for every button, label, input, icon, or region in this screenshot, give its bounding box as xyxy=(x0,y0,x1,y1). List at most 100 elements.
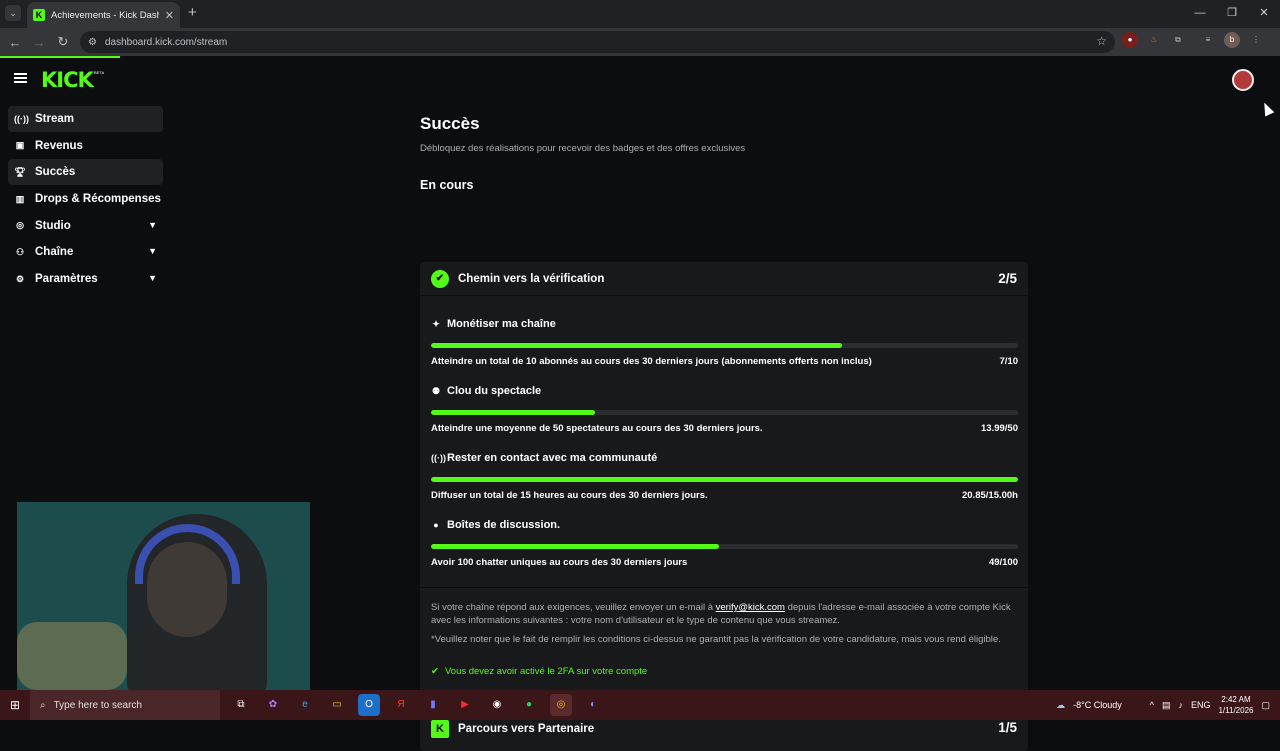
sidebar-item-drops[interactable]: ▥ Drops & Récompenses xyxy=(8,186,163,212)
extensions-puzzle-icon[interactable]: ⧉ xyxy=(1170,32,1186,48)
note-text: Si votre chaîne répond aux exigences, ve… xyxy=(431,602,716,613)
task-title: Boîtes de discussion. xyxy=(447,519,561,531)
chevron-down-icon[interactable]: ▼ xyxy=(148,246,157,256)
chrome-icon[interactable]: ◎ xyxy=(550,694,572,716)
section-heading-in-progress: En cours xyxy=(420,178,474,192)
verification-note: Si votre chaîne répond aux exigences, ve… xyxy=(431,601,1021,627)
yandex-icon[interactable]: Я xyxy=(390,694,412,716)
file-explorer-icon[interactable]: ▭ xyxy=(326,694,348,716)
sidebar-item-chaine[interactable]: ⚇ Chaîne ▼ xyxy=(8,239,163,265)
new-tab-button[interactable]: + xyxy=(188,4,197,21)
windows-start-icon[interactable]: ⊞ xyxy=(0,698,30,712)
back-icon[interactable]: ← xyxy=(3,35,27,50)
browser-tab[interactable]: K Achievements - Kick Dashboard ✕ xyxy=(27,2,180,28)
webcam-overlay xyxy=(17,502,310,690)
card-title: Parcours vers Partenaire xyxy=(458,723,595,735)
task-value: 20.85/15.00h xyxy=(962,490,1018,501)
card-progress-count: 2/5 xyxy=(998,271,1017,286)
page-subtitle: Débloquez des réalisations pour recevoir… xyxy=(420,143,746,154)
verify-email-link[interactable]: verify@kick.com xyxy=(716,602,785,613)
twofa-requirement: ✔ Vous devez avoir activé le 2FA sur vot… xyxy=(431,666,647,677)
sidebar-item-studio[interactable]: ◎ Studio ▼ xyxy=(8,213,163,239)
windows-taskbar: ⊞ ⌕ Type here to search ⧉ ✿ e ▭ O Я ▮ ▶ … xyxy=(0,690,1280,720)
kick-badge-icon: K xyxy=(431,720,449,738)
studio-icon: ◎ xyxy=(16,220,24,231)
omnibox[interactable]: ⚙ dashboard.kick.com/stream ☆ xyxy=(80,31,1115,53)
task-title: Clou du spectacle xyxy=(447,385,542,397)
trophy-icon: 🏆︎ xyxy=(14,166,26,177)
forward-icon[interactable]: → xyxy=(27,35,51,50)
tab-close-icon[interactable]: ✕ xyxy=(165,9,174,22)
mouse-cursor-icon xyxy=(1259,100,1275,117)
discord-icon[interactable]: ◐ xyxy=(582,694,604,716)
minimize-icon[interactable]: — xyxy=(1184,0,1216,28)
chevron-down-icon[interactable]: ▼ xyxy=(148,273,157,283)
task-title: Rester en contact avec ma communauté xyxy=(447,452,658,464)
task-view-icon[interactable]: ⧉ xyxy=(230,694,252,716)
search-icon: ⌕ xyxy=(40,699,46,711)
card-title: Chemin vers la vérification xyxy=(458,272,605,285)
close-window-icon[interactable]: ✕ xyxy=(1248,0,1280,28)
notification-icon[interactable]: ▢ xyxy=(1261,700,1270,711)
taskbar-search[interactable]: ⌕ Type here to search xyxy=(30,690,220,720)
restore-icon[interactable]: ❐ xyxy=(1216,0,1248,28)
tray-chevron-icon[interactable]: ^ xyxy=(1150,700,1154,710)
sidebar-item-label: Studio xyxy=(35,219,71,232)
spotify-icon[interactable]: ● xyxy=(518,694,540,716)
progress-fill xyxy=(431,544,719,549)
progress-bar xyxy=(431,410,1018,415)
task-value: 7/10 xyxy=(999,356,1019,367)
user-avatar[interactable] xyxy=(1232,69,1254,91)
broadcast-icon: ((·)) xyxy=(431,453,446,463)
weather-cloud-icon: ☁ xyxy=(1056,699,1066,710)
extension-fire-icon[interactable]: ♨ xyxy=(1146,32,1162,48)
progress-fill xyxy=(431,343,842,348)
checkmark-icon: ✔ xyxy=(431,666,439,677)
outlook-icon[interactable]: O xyxy=(358,694,380,716)
copilot-icon[interactable]: ✿ xyxy=(262,694,284,716)
verification-card-header[interactable]: ✔ Chemin vers la vérification 2/5 xyxy=(420,262,1028,296)
hamburger-menu-icon[interactable] xyxy=(14,73,27,83)
revenue-icon: ▣ xyxy=(15,140,25,151)
page-title: Succès xyxy=(420,114,480,133)
bookmark-star-icon[interactable]: ☆ xyxy=(1096,34,1107,48)
taskbar-search-placeholder: Type here to search xyxy=(53,699,142,711)
stats-icon[interactable]: ▮ xyxy=(422,694,444,716)
beta-badge: BETA xyxy=(94,70,105,75)
volume-icon[interactable]: ♪ xyxy=(1178,700,1183,710)
sidebar-item-succes[interactable]: 🏆︎ Succès xyxy=(8,159,163,186)
tab-search-button[interactable]: ⌄ xyxy=(5,5,21,21)
reload-icon[interactable]: ↻ xyxy=(51,34,75,50)
kick-logo[interactable]: KICK xyxy=(41,68,94,92)
youtube-icon[interactable]: ▶ xyxy=(454,694,476,716)
extension-icon[interactable]: ● xyxy=(1122,32,1138,48)
chevron-down-icon[interactable]: ▼ xyxy=(148,220,157,230)
verification-card: ✔ Chemin vers la vérification 2/5 ✦ Monét… xyxy=(420,262,1028,695)
obs-icon[interactable]: ◉ xyxy=(486,694,508,716)
taskbar-clock[interactable]: 2:42 AM 1/11/2026 xyxy=(1218,694,1253,716)
progress-fill xyxy=(431,477,1018,482)
task-item: ✦ Monétiser ma chaîne Atteindre un total … xyxy=(431,318,1018,367)
main-content: Succès Débloquez des réalisations pour r… xyxy=(420,114,1028,751)
sidebar-item-label: Stream xyxy=(35,113,74,125)
task-item: ⚉ Clou du spectacle Atteindre une moyenne… xyxy=(431,385,1018,434)
sidebar-item-label: Chaîne xyxy=(35,246,74,259)
sparkle-icon: ✦ xyxy=(432,318,440,329)
weather-text[interactable]: -8°C Cloudy xyxy=(1073,700,1122,710)
network-icon[interactable]: ▤ xyxy=(1162,700,1171,711)
sidebar-item-stream[interactable]: ((·)) Stream xyxy=(8,106,163,132)
task-description: Atteindre une moyenne de 50 spectateurs … xyxy=(431,423,763,434)
sidebar-item-parametres[interactable]: ⚙ Paramètres ▼ xyxy=(8,266,163,292)
media-control-icon[interactable]: ≡ xyxy=(1200,32,1216,48)
browser-menu-icon[interactable]: ⋮ xyxy=(1248,32,1264,48)
site-info-icon[interactable]: ⚙ xyxy=(88,37,97,48)
sidebar-item-revenus[interactable]: ▣ Revenus xyxy=(8,133,163,159)
kick-favicon-icon: K xyxy=(33,9,45,21)
progress-bar xyxy=(431,477,1018,482)
verified-badge-icon: ✔ xyxy=(431,269,449,288)
twofa-text: Vous devez avoir activé le 2FA sur votre… xyxy=(444,666,648,677)
url-text[interactable]: dashboard.kick.com/stream xyxy=(105,37,227,48)
language-indicator[interactable]: ENG xyxy=(1191,700,1211,710)
profile-avatar-icon[interactable]: b xyxy=(1224,32,1240,48)
edge-icon[interactable]: e xyxy=(294,694,316,716)
